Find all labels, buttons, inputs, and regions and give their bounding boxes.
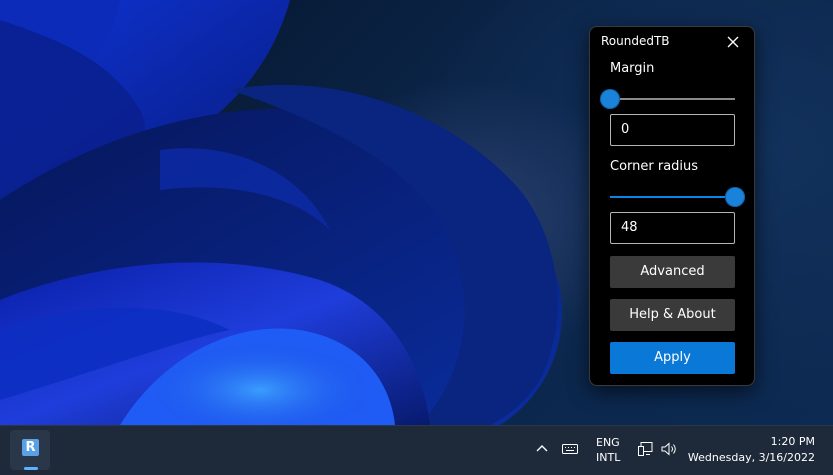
volume-icon[interactable] bbox=[660, 440, 678, 458]
roundedtb-taskbar-button[interactable]: R bbox=[10, 430, 50, 470]
system-clock[interactable]: 1:20 PM Wednesday, 3/16/2022 bbox=[688, 434, 815, 466]
margin-slider[interactable] bbox=[600, 88, 735, 110]
close-icon bbox=[727, 36, 739, 48]
input-language-indicator[interactable]: ENG INTL bbox=[596, 435, 620, 465]
margin-slider-thumb[interactable] bbox=[600, 89, 620, 109]
running-indicator bbox=[24, 467, 38, 470]
clock-time: 1:20 PM bbox=[770, 435, 815, 448]
corner-radius-input[interactable]: 48 bbox=[610, 212, 735, 244]
keyboard-icon[interactable] bbox=[561, 440, 579, 458]
help-about-button[interactable]: Help & About bbox=[610, 299, 735, 331]
roundedtb-window: RoundedTB Margin 0 Corner radius 48 Adva… bbox=[589, 26, 755, 386]
taskbar: R ENG INTL 1:20 PM Wednesday, 3/16/2022 bbox=[0, 425, 833, 475]
corner-radius-slider-fill bbox=[610, 196, 735, 198]
margin-slider-track bbox=[610, 98, 735, 100]
apply-button[interactable]: Apply bbox=[610, 342, 735, 374]
margin-input[interactable]: 0 bbox=[610, 114, 735, 146]
corner-radius-label: Corner radius bbox=[610, 159, 699, 174]
keyboard-layout: INTL bbox=[596, 451, 621, 464]
network-icon[interactable] bbox=[637, 440, 655, 458]
margin-label: Margin bbox=[610, 61, 655, 76]
chevron-up-icon[interactable] bbox=[533, 440, 551, 458]
corner-radius-slider[interactable] bbox=[610, 186, 745, 208]
window-title: RoundedTB bbox=[601, 34, 670, 48]
clock-date: Wednesday, 3/16/2022 bbox=[687, 451, 815, 464]
corner-radius-slider-thumb[interactable] bbox=[725, 187, 745, 207]
close-button[interactable] bbox=[724, 33, 742, 51]
roundedtb-app-icon: R bbox=[22, 439, 39, 456]
language-code: ENG bbox=[596, 436, 620, 449]
advanced-button[interactable]: Advanced bbox=[610, 256, 735, 288]
